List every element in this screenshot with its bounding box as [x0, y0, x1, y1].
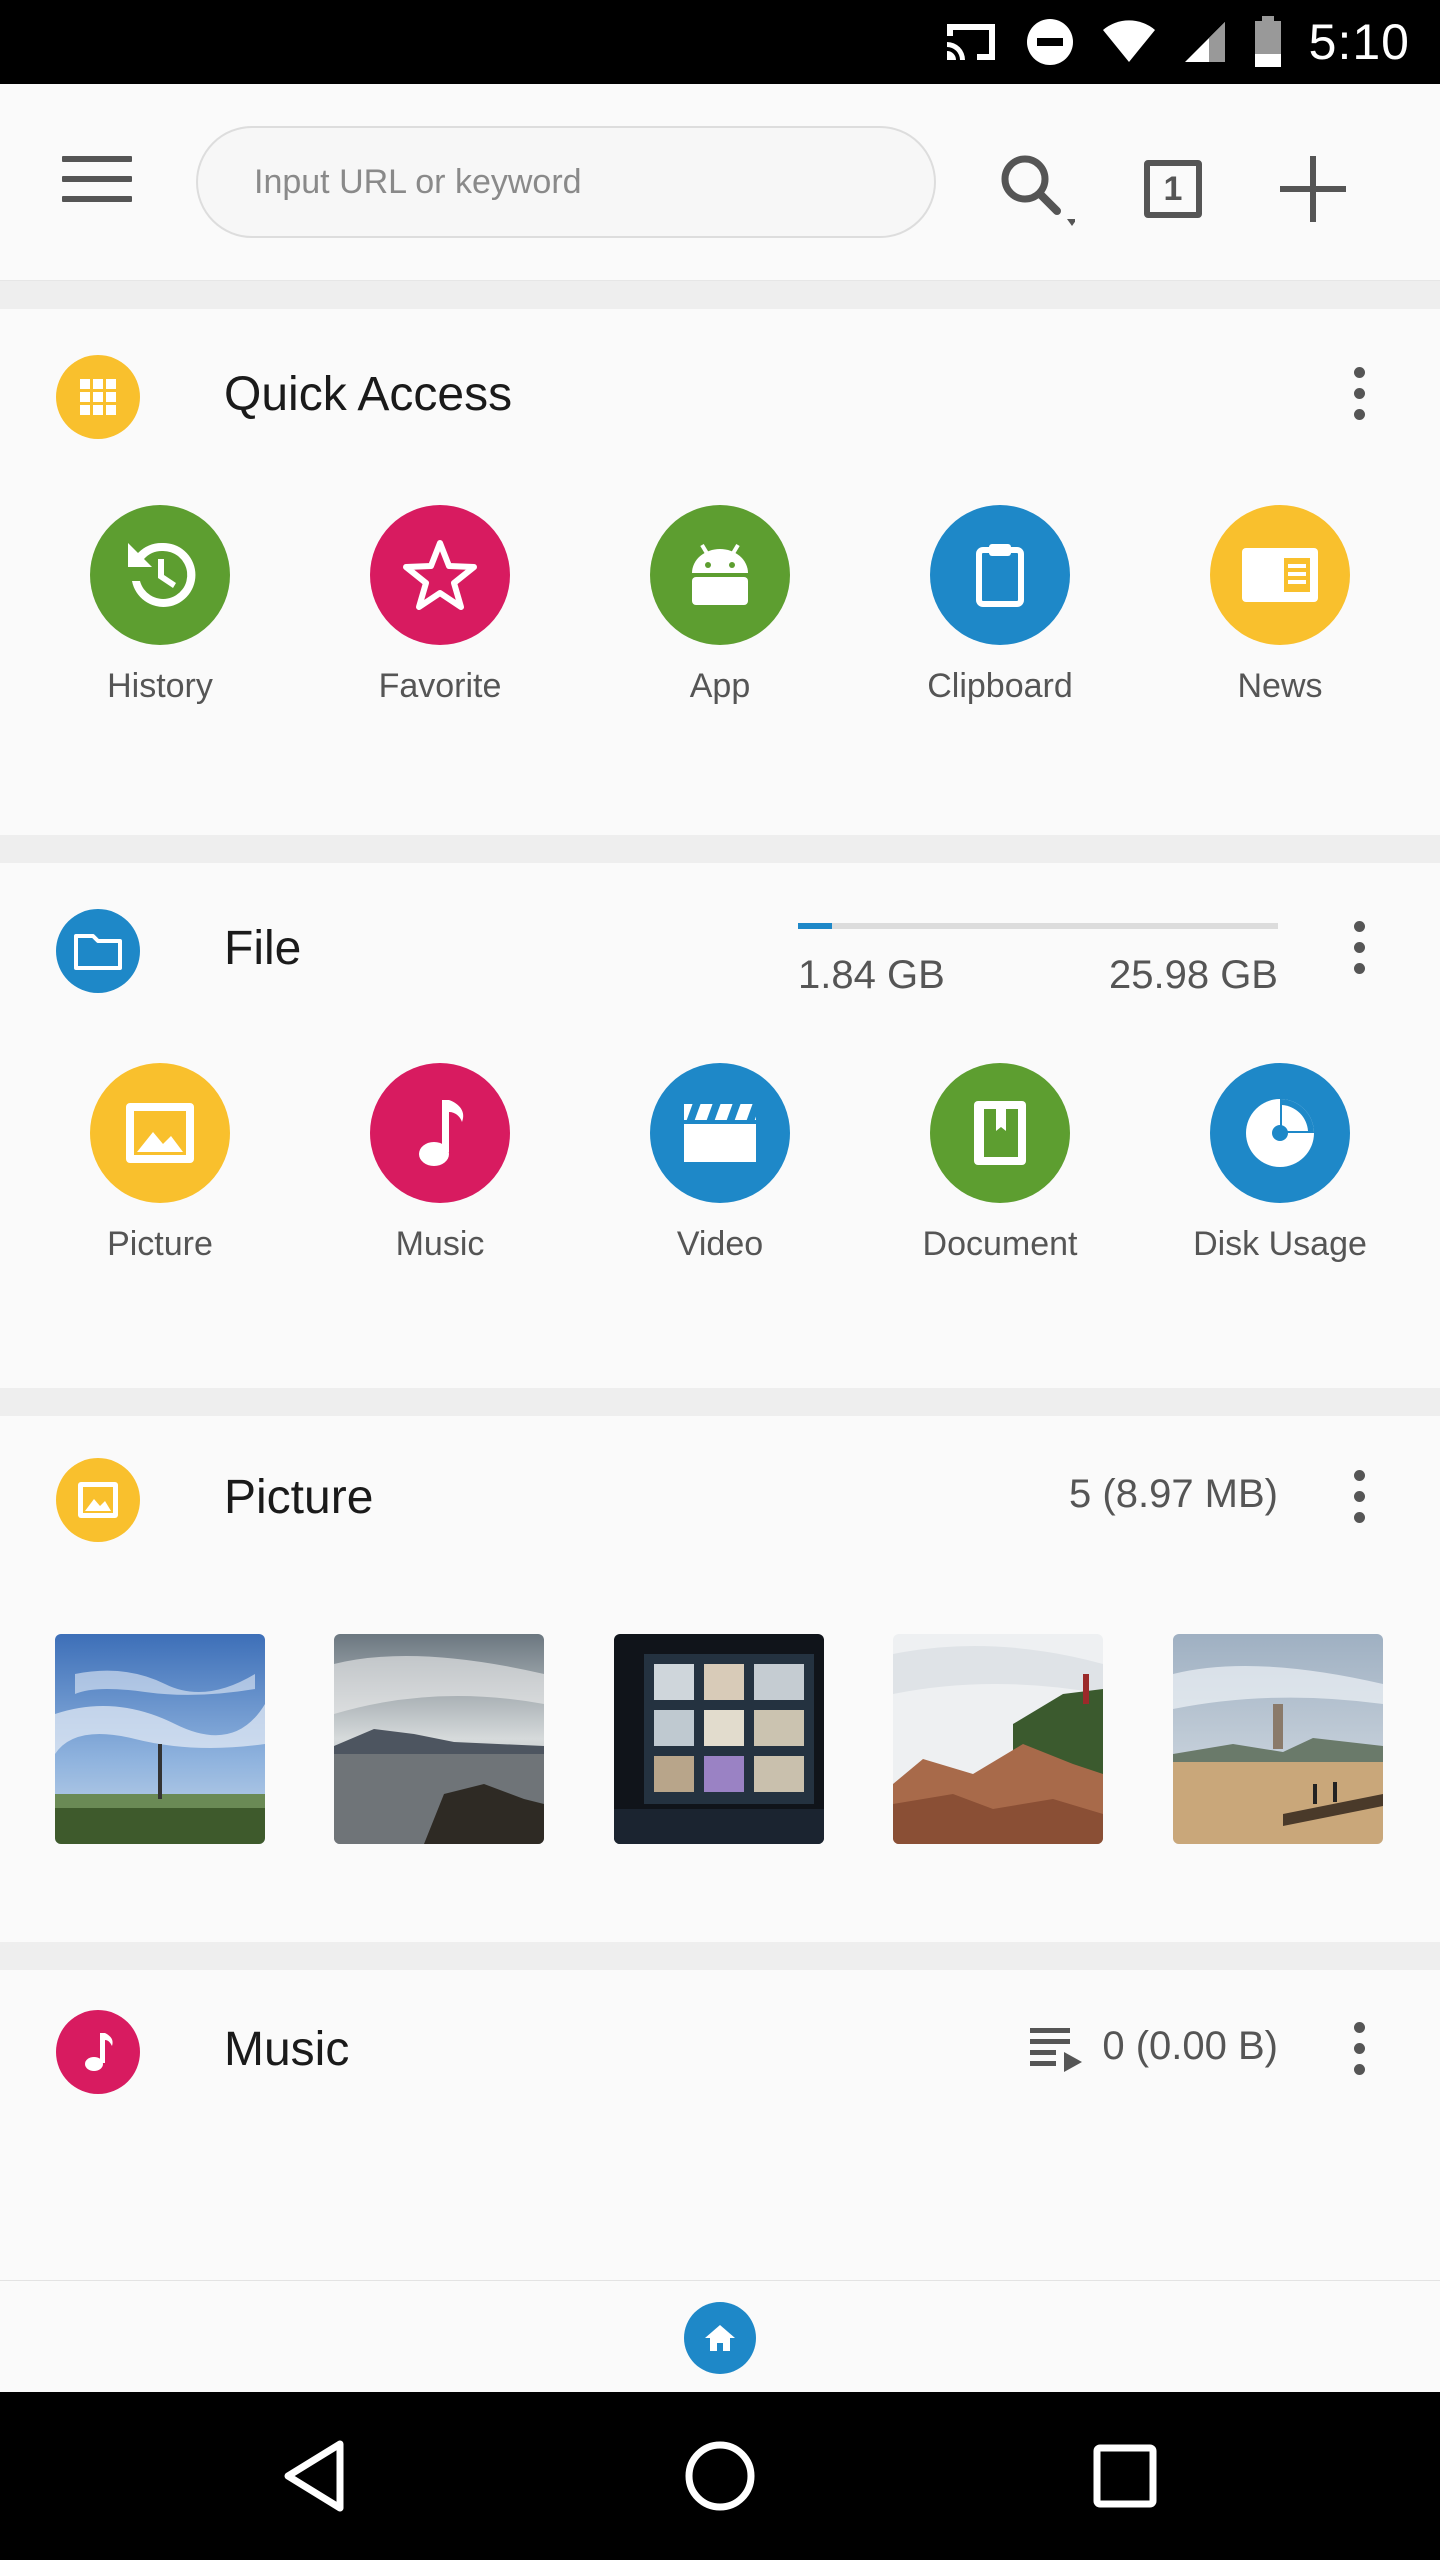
more-options-icon[interactable] — [1334, 353, 1384, 433]
status-bar: 5:10 — [0, 0, 1440, 84]
more-options-icon[interactable] — [1334, 2008, 1384, 2088]
tile-label: Picture — [107, 1225, 213, 1263]
cell-signal-icon — [1183, 20, 1227, 64]
picture-thumbnail[interactable] — [614, 1634, 824, 1844]
search-icon — [1001, 155, 1075, 226]
new-tab-button[interactable] — [1268, 144, 1358, 234]
home-icon — [705, 2325, 735, 2351]
history-icon — [90, 505, 230, 645]
storage-progress-fill — [798, 923, 833, 929]
storage-total: 25.98 GB — [1108, 953, 1278, 997]
picture-thumbnail[interactable] — [893, 1634, 1103, 1844]
clapperboard-icon — [650, 1063, 790, 1203]
do-not-disturb-icon — [1025, 17, 1075, 67]
file-picture[interactable]: Picture — [40, 1063, 280, 1264]
music-card: Music 0 (0.00 B) — [0, 1970, 1440, 2280]
home-button[interactable] — [684, 2302, 756, 2374]
section-title: Quick Access — [224, 368, 513, 421]
quick-access-card: Quick Access History Favorite App Clipbo… — [0, 309, 1440, 835]
wifi-icon — [1101, 20, 1157, 64]
tabs-button[interactable]: 1 — [1128, 144, 1218, 234]
tile-label: Favorite — [378, 667, 502, 705]
picture-summary: 5 (8.97 MB) — [1069, 1472, 1278, 1516]
section-title: Picture — [224, 1471, 374, 1524]
battery-icon — [1253, 16, 1283, 68]
more-options-icon[interactable] — [1334, 907, 1384, 987]
section-title: File — [224, 922, 302, 975]
storage-used: 1.84 GB — [798, 953, 945, 997]
url-input[interactable] — [252, 161, 876, 203]
file-music[interactable]: Music — [320, 1063, 560, 1264]
tile-label: History — [107, 667, 213, 705]
tile-label: Disk Usage — [1193, 1225, 1367, 1263]
music-summary: 0 (0.00 B) — [1102, 2024, 1278, 2068]
pie-chart-icon — [1210, 1063, 1350, 1203]
quick-access-favorite[interactable]: Favorite — [320, 505, 560, 706]
quick-access-news[interactable]: News — [1160, 505, 1400, 706]
book-icon — [930, 1063, 1070, 1203]
section-divider — [0, 1388, 1440, 1416]
file-card: File 1.84 GB 25.98 GB Picture Music Vide… — [0, 863, 1440, 1388]
picture-thumbnail[interactable] — [1173, 1634, 1383, 1844]
music-note-icon — [56, 2010, 140, 2094]
news-icon — [1210, 505, 1350, 645]
browser-toolbar: 1 — [0, 84, 1440, 281]
system-navigation-bar — [0, 2392, 1440, 2560]
android-icon — [650, 505, 790, 645]
image-icon — [90, 1063, 230, 1203]
image-icon — [56, 1458, 140, 1542]
more-options-icon[interactable] — [1334, 1456, 1384, 1536]
section-divider — [0, 1942, 1440, 1970]
tile-label: Document — [922, 1225, 1078, 1263]
back-triangle-icon — [284, 2440, 344, 2512]
recents-button[interactable] — [1075, 2426, 1175, 2526]
search-engine-button[interactable] — [990, 144, 1080, 234]
file-video[interactable]: Video — [600, 1063, 840, 1264]
url-bar[interactable] — [196, 126, 936, 238]
tile-label: Music — [395, 1225, 485, 1263]
file-document[interactable]: Document — [880, 1063, 1120, 1264]
quick-access-history[interactable]: History — [40, 505, 280, 706]
folder-icon — [56, 909, 140, 993]
tile-label: App — [689, 667, 751, 705]
back-button[interactable] — [265, 2426, 365, 2526]
recents-square-icon — [1093, 2444, 1157, 2508]
picture-thumbnail[interactable] — [334, 1634, 544, 1844]
star-icon — [370, 505, 510, 645]
cast-icon — [943, 20, 999, 64]
section-divider — [0, 281, 1440, 309]
home-nav-button[interactable] — [670, 2426, 770, 2526]
tile-label: Video — [676, 1225, 764, 1263]
playlist-icon — [1030, 2028, 1082, 2072]
storage-progress-bar — [798, 923, 1278, 929]
menu-icon[interactable] — [62, 156, 132, 208]
tile-label: News — [1237, 667, 1323, 705]
clipboard-icon — [930, 505, 1070, 645]
quick-access-clipboard[interactable]: Clipboard — [880, 505, 1120, 706]
tab-count: 1 — [1144, 160, 1202, 218]
clock: 5:10 — [1308, 14, 1410, 70]
section-title: Music — [224, 2023, 350, 2076]
tile-label: Clipboard — [927, 667, 1073, 705]
grid-icon — [56, 355, 140, 439]
file-disk-usage[interactable]: Disk Usage — [1160, 1063, 1400, 1264]
picture-thumbnail[interactable] — [55, 1634, 265, 1844]
home-circle-icon — [685, 2441, 755, 2511]
section-divider — [0, 835, 1440, 863]
music-note-icon — [370, 1063, 510, 1203]
quick-access-app[interactable]: App — [600, 505, 840, 706]
plus-icon — [1280, 156, 1346, 222]
